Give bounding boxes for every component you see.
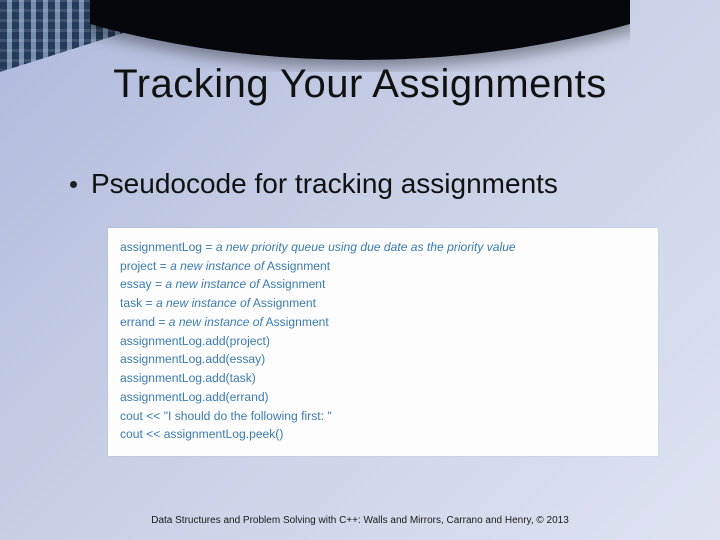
bullet-text: Pseudocode for tracking assignments xyxy=(91,168,558,200)
bullet-dot-icon xyxy=(70,181,77,188)
code-text: assignmentLog.add(essay) xyxy=(120,352,265,366)
pseudocode-box: assignmentLog = a new priority queue usi… xyxy=(108,228,658,456)
code-italic: a new instance of xyxy=(170,259,264,273)
code-text: assignmentLog.add(project) xyxy=(120,334,270,348)
code-text: project = xyxy=(120,259,170,273)
code-line: assignmentLog.add(essay) xyxy=(120,350,646,369)
code-text: Assignment xyxy=(264,259,330,273)
code-line: assignmentLog.add(project) xyxy=(120,332,646,351)
code-italic: a new instance of xyxy=(165,277,259,291)
code-line: assignmentLog.add(task) xyxy=(120,369,646,388)
code-text: assignmentLog.add(errand) xyxy=(120,390,269,404)
code-text: assignmentLog.add(task) xyxy=(120,371,256,385)
code-italic: a new priority queue using due date as t… xyxy=(216,240,516,254)
code-text: assignmentLog = xyxy=(120,240,216,254)
bullet-row: Pseudocode for tracking assignments xyxy=(70,168,558,200)
code-line: cout << "I should do the following first… xyxy=(120,407,646,426)
code-line: task = a new instance of Assignment xyxy=(120,294,646,313)
code-text: cout << "I should do the following first… xyxy=(120,409,332,423)
code-line: assignmentLog = a new priority queue usi… xyxy=(120,238,646,257)
code-line: assignmentLog.add(errand) xyxy=(120,388,646,407)
code-italic: a new instance of xyxy=(156,296,250,310)
code-line: project = a new instance of Assignment xyxy=(120,257,646,276)
code-text: task = xyxy=(120,296,156,310)
code-text: cout << assignmentLog.peek() xyxy=(120,427,283,441)
code-text: errand = xyxy=(120,315,169,329)
code-line: essay = a new instance of Assignment xyxy=(120,275,646,294)
slide-title: Tracking Your Assignments xyxy=(0,62,720,107)
slide: Tracking Your Assignments Pseudocode for… xyxy=(0,0,720,540)
code-line: errand = a new instance of Assignment xyxy=(120,313,646,332)
footer-citation: Data Structures and Problem Solving with… xyxy=(0,515,720,526)
code-italic: a new instance of xyxy=(169,315,263,329)
code-text: Assignment xyxy=(263,315,329,329)
code-text: Assignment xyxy=(260,277,326,291)
code-line: cout << assignmentLog.peek() xyxy=(120,425,646,444)
code-text: Assignment xyxy=(250,296,316,310)
code-text: essay = xyxy=(120,277,165,291)
